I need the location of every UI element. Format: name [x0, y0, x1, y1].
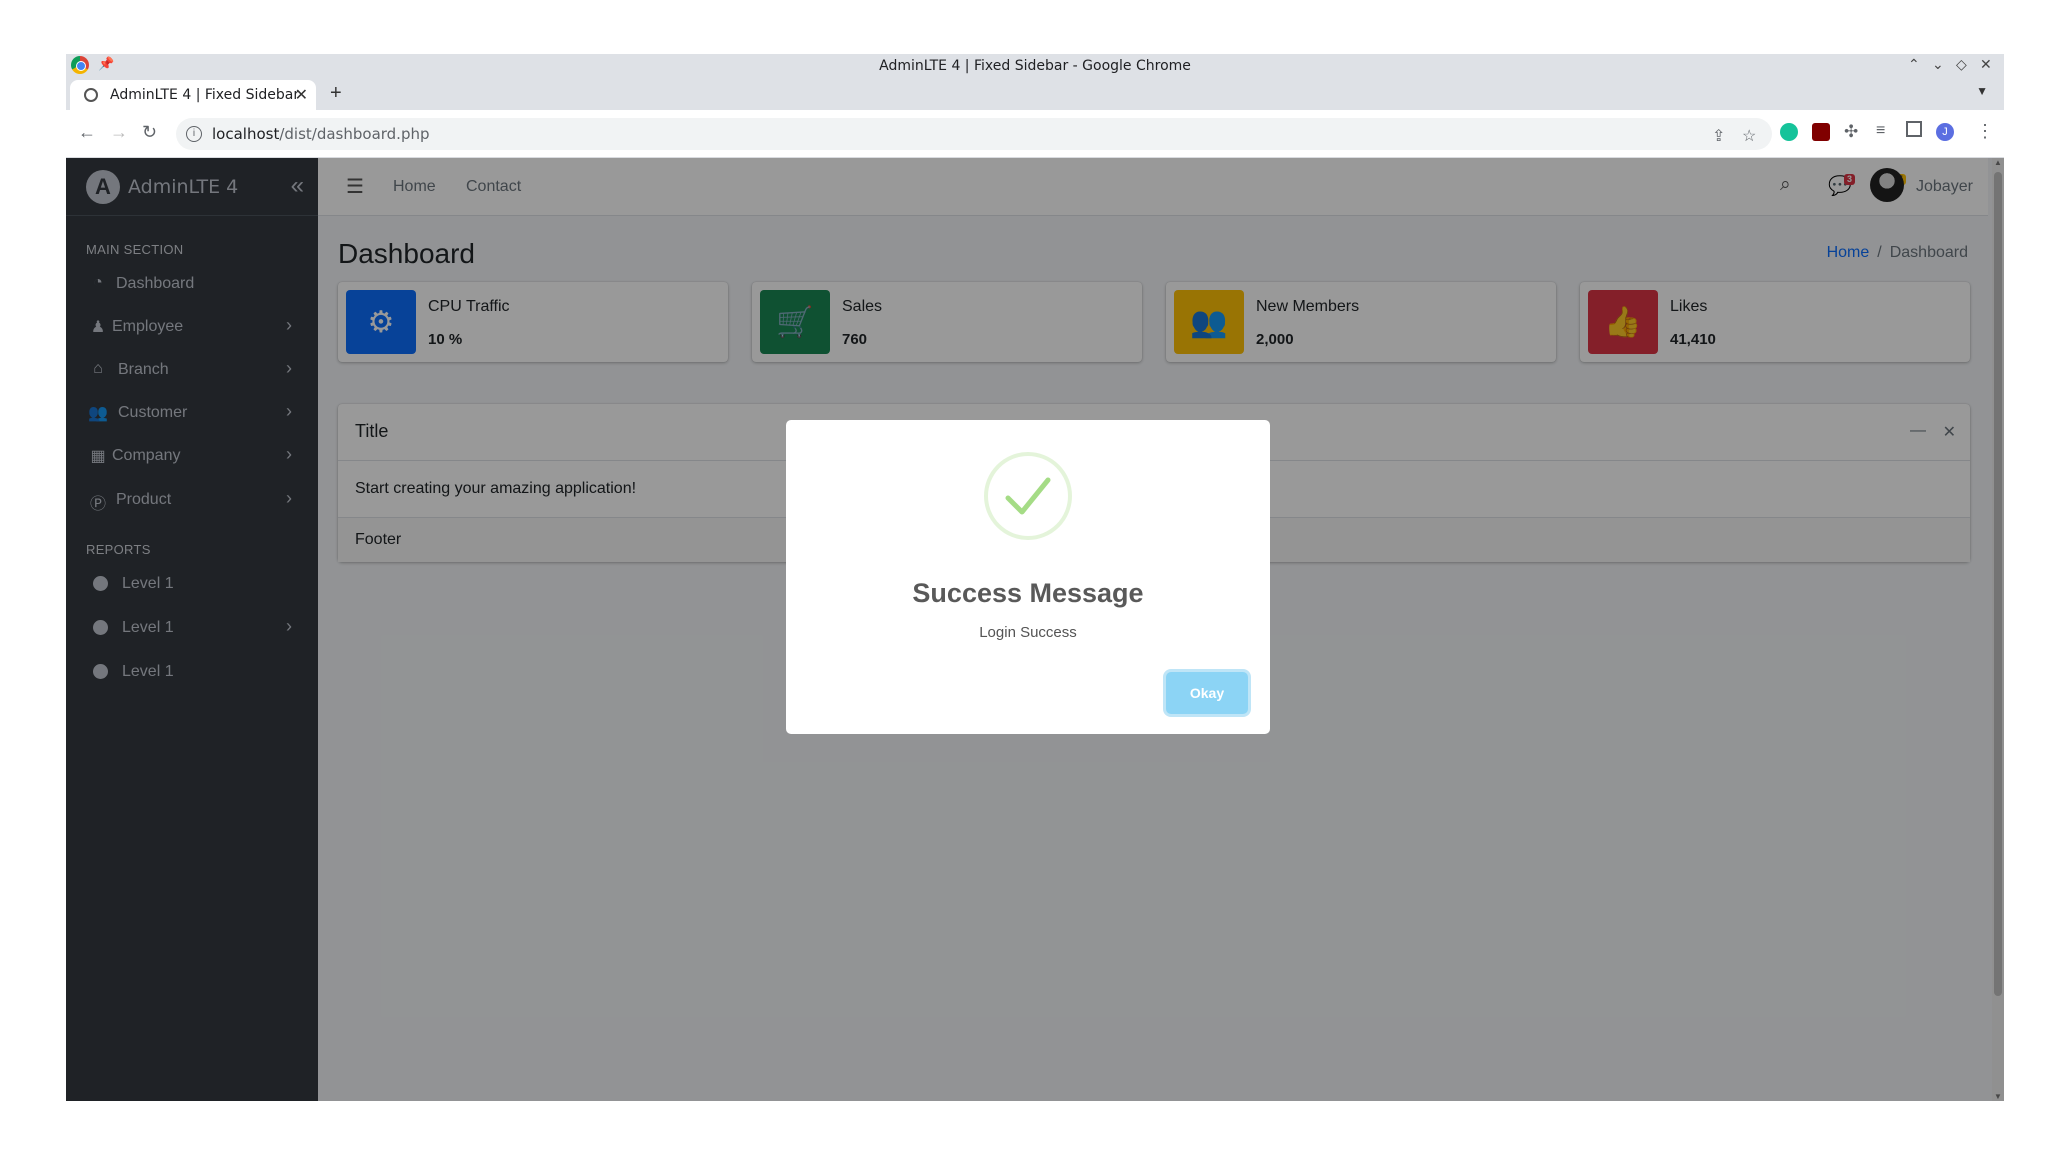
minimize-icon[interactable]: ⌃ — [1908, 56, 1920, 73]
side-panel-icon[interactable] — [1906, 121, 1922, 137]
maximize-icon[interactable]: ⌄ — [1932, 56, 1944, 73]
url-path: /dist/dashboard.php — [279, 125, 430, 143]
tab-bar: AdminLTE 4 | Fixed Sidebar ✕ + ▼ — [66, 76, 2004, 110]
address-bar: ← → ↻ i localhost/dist/dashboard.php ⇪ ☆… — [66, 110, 2004, 158]
reload-icon[interactable]: ↻ — [142, 122, 157, 143]
browser-window: 📌 AdminLTE 4 | Fixed Sidebar - Google Ch… — [66, 54, 2004, 1101]
forward-icon[interactable]: → — [110, 122, 128, 143]
close-window-icon[interactable]: ✕ — [1980, 56, 1992, 73]
tab-title: AdminLTE 4 | Fixed Sidebar — [110, 87, 300, 103]
okay-button[interactable]: Okay — [1166, 672, 1248, 714]
site-info-icon[interactable]: i — [186, 126, 202, 142]
back-icon[interactable]: ← — [78, 122, 96, 143]
share-icon[interactable]: ⇪ — [1712, 126, 1725, 146]
browser-menu-icon[interactable]: ⋮ — [1976, 121, 1994, 142]
success-modal: Success Message Login Success Okay — [786, 420, 1270, 734]
url-text: localhost/dist/dashboard.php — [212, 125, 430, 143]
browser-tab[interactable]: AdminLTE 4 | Fixed Sidebar ✕ — [70, 80, 316, 110]
modal-title: Success Message — [912, 578, 1144, 608]
bookmark-star-icon[interactable]: ☆ — [1742, 126, 1756, 146]
restore-icon[interactable]: ◇ — [1956, 56, 1967, 73]
profile-avatar[interactable]: J — [1936, 123, 1954, 141]
title-bar: 📌 AdminLTE 4 | Fixed Sidebar - Google Ch… — [66, 54, 2004, 76]
tab-close-icon[interactable]: ✕ — [295, 85, 308, 105]
url-host: localhost — [212, 125, 280, 143]
reading-list-icon[interactable]: ≡ — [1876, 122, 1885, 140]
globe-icon — [84, 88, 98, 102]
ublock-extension-icon[interactable] — [1812, 123, 1830, 141]
url-input[interactable]: i localhost/dist/dashboard.php ⇪ ☆ — [176, 118, 1772, 150]
modal-text: Login Success — [979, 624, 1077, 641]
extensions-puzzle-icon[interactable]: ✣ — [1844, 122, 1858, 142]
grammarly-extension-icon[interactable] — [1780, 123, 1798, 141]
success-check-icon — [984, 452, 1072, 540]
window-title: AdminLTE 4 | Fixed Sidebar - Google Chro… — [879, 58, 1191, 74]
new-tab-button[interactable]: + — [330, 82, 342, 105]
tab-search-icon[interactable]: ▼ — [1976, 84, 1988, 98]
